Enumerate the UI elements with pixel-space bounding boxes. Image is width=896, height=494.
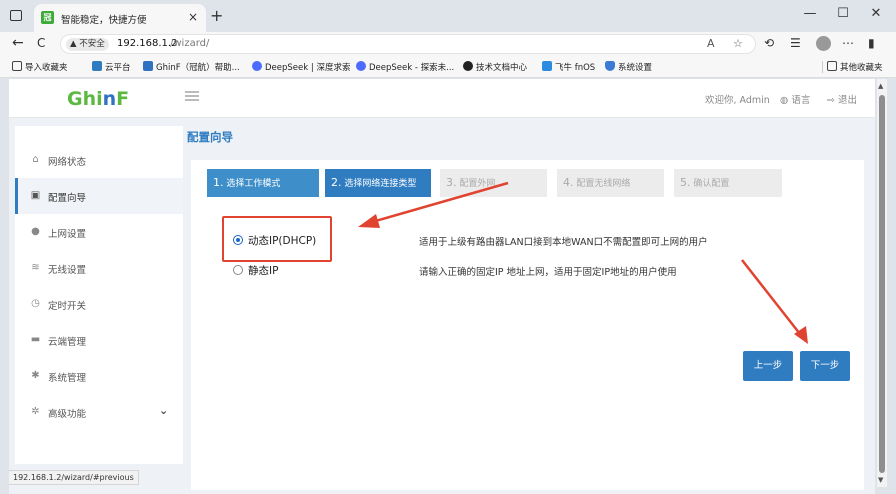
deepseek-icon bbox=[252, 61, 262, 71]
url-path: /wizard/ bbox=[170, 38, 210, 49]
shield-icon bbox=[605, 61, 615, 71]
sidebar-item-network-status[interactable]: ⌂ 网络状态 bbox=[15, 142, 183, 178]
tab-actions-icon[interactable] bbox=[10, 10, 22, 21]
option-static-ip[interactable]: 静态IP 请输入正确的固定IP 地址上网，适用于固定IP地址的用户使用 bbox=[233, 263, 753, 279]
step-connection-type[interactable]: 2. 选择网络连接类型 bbox=[325, 169, 431, 197]
page-viewport: GhinF 欢迎你, Admin ◍ 语言 ⇨ 退出 ⌂ 网络状态 ▣ 配置向导 ●… bbox=[9, 79, 875, 494]
sidebar-item-internet[interactable]: ● 上网设置 bbox=[15, 214, 183, 250]
grid-icon bbox=[92, 61, 102, 71]
import-icon bbox=[12, 61, 22, 71]
step-wan-config[interactable]: 3. 配置外网 bbox=[440, 169, 547, 197]
tab-title: 智能稳定，快捷方便 bbox=[61, 15, 147, 26]
other-bookmarks[interactable]: 其他收藏夹 bbox=[822, 61, 883, 73]
bookmark-tech-docs[interactable]: 技术文档中心 bbox=[463, 61, 527, 73]
read-aloud-icon[interactable]: A bbox=[707, 37, 715, 50]
sidebar-item-wizard[interactable]: ▣ 配置向导 bbox=[15, 178, 183, 214]
bookmark-import[interactable]: 导入收藏夹 bbox=[12, 61, 68, 73]
step-confirm[interactable]: 5. 确认配置 bbox=[674, 169, 782, 197]
browser-tab[interactable]: 冠 智能稳定，快捷方便 × bbox=[34, 4, 206, 32]
sidebar-item-cloud[interactable]: ▬ 云端管理 bbox=[15, 322, 183, 358]
wizard-icon: ▣ bbox=[30, 190, 41, 201]
site-favicon-icon: 冠 bbox=[41, 11, 54, 24]
page-title: 配置向导 bbox=[187, 130, 233, 144]
clock-icon: ◷ bbox=[31, 298, 40, 309]
bookmarks-bar: 导入收藏夹 云平台 GhinF（冠航）帮助... DeepSeek | 深度求索… bbox=[0, 56, 896, 78]
scroll-up-arrow-icon[interactable]: ▲ bbox=[878, 82, 883, 90]
next-step-button[interactable]: 下一步 bbox=[800, 351, 850, 381]
static-ip-radio[interactable] bbox=[233, 265, 243, 275]
favorite-star-icon[interactable]: ☆ bbox=[733, 37, 743, 50]
prev-step-button[interactable]: 上一步 bbox=[743, 351, 793, 381]
folder-icon bbox=[827, 61, 837, 71]
bookmark-system-settings[interactable]: 系统设置 bbox=[605, 61, 652, 73]
sidebar-item-wireless[interactable]: ≋ 无线设置 bbox=[15, 250, 183, 286]
bookmark-fnos[interactable]: 飞牛 fnOS bbox=[542, 61, 595, 73]
url-field[interactable]: ▲ 不安全 192.168.1.2 /wizard/ A ☆ bbox=[60, 34, 756, 54]
minimize-button[interactable]: — bbox=[800, 6, 820, 21]
home-icon: ⌂ bbox=[32, 154, 39, 165]
scrollbar-thumb[interactable] bbox=[879, 95, 885, 473]
sidebar-toggle-icon[interactable]: ▮ bbox=[868, 36, 875, 50]
status-bar-url: 192.168.1.2/wizard/#previous bbox=[9, 470, 139, 485]
step-select-mode[interactable]: 1. 选择工作模式 bbox=[207, 169, 319, 197]
logout-link[interactable]: ⇨ 退出 bbox=[827, 92, 857, 106]
github-icon bbox=[463, 61, 473, 71]
bookmark-deepseek-1[interactable]: DeepSeek | 深度求索 bbox=[252, 61, 350, 73]
deepseek-icon bbox=[356, 61, 366, 71]
sidebar-item-system[interactable]: ✱ 系统管理 bbox=[15, 358, 183, 394]
bookmark-ghinf-help[interactable]: GhinF（冠航）帮助... bbox=[143, 61, 240, 73]
bookmark-deepseek-2[interactable]: DeepSeek - 探索未... bbox=[356, 61, 454, 73]
close-window-button[interactable]: ✕ bbox=[866, 6, 886, 21]
more-menu-icon[interactable]: ⋯ bbox=[842, 36, 854, 50]
globe-icon: ◍ bbox=[780, 95, 789, 106]
url-host: 192.168.1.2 bbox=[117, 38, 178, 49]
menu-toggle-icon[interactable] bbox=[185, 91, 199, 101]
maximize-button[interactable]: ☐ bbox=[833, 6, 853, 21]
not-secure-badge[interactable]: ▲ 不安全 bbox=[66, 38, 109, 51]
browser-tab-bar: 冠 智能稳定，快捷方便 × + — ☐ ✕ bbox=[0, 0, 896, 32]
gear-icon: ✱ bbox=[31, 370, 40, 381]
sidebar-item-schedule[interactable]: ◷ 定时开关 bbox=[15, 286, 183, 322]
sidebar-item-advanced[interactable]: ✲ 高级功能 ⌄ bbox=[15, 394, 183, 430]
new-tab-button[interactable]: + bbox=[210, 6, 223, 25]
refresh-button[interactable]: C bbox=[37, 36, 45, 50]
fnos-icon bbox=[542, 61, 552, 71]
page-scrollbar[interactable]: ▲ ▼ bbox=[877, 79, 887, 487]
wizard-panel: 1. 选择工作模式 2. 选择网络连接类型 3. 配置外网 4. 配置无线网络 … bbox=[191, 160, 864, 490]
wifi-icon: ≋ bbox=[31, 262, 40, 273]
language-menu[interactable]: ◍ 语言 bbox=[780, 92, 810, 106]
back-button[interactable]: ← bbox=[12, 35, 24, 51]
cloud-icon: ▬ bbox=[30, 334, 41, 345]
app-header: GhinF 欢迎你, Admin ◍ 语言 ⇨ 退出 bbox=[9, 79, 875, 118]
logout-icon: ⇨ bbox=[827, 95, 835, 106]
chevron-down-icon: ⌄ bbox=[159, 404, 169, 417]
dhcp-radio[interactable] bbox=[233, 235, 243, 245]
ghinf-icon bbox=[143, 61, 153, 71]
gears-icon: ✲ bbox=[31, 406, 40, 417]
step-wireless-config[interactable]: 4. 配置无线网络 bbox=[557, 169, 664, 197]
welcome-text: 欢迎你, Admin bbox=[705, 95, 770, 106]
sidebar: ⌂ 网络状态 ▣ 配置向导 ● 上网设置 ≋ 无线设置 ◷ 定时开关 ▬ 云端管理 ✱ 系统管… bbox=[15, 126, 183, 464]
ghinf-logo: GhinF bbox=[67, 88, 130, 110]
collections-icon[interactable]: ☰ bbox=[790, 36, 801, 50]
tab-close-icon[interactable]: × bbox=[188, 10, 198, 24]
option-dhcp[interactable]: 动态IP(DHCP) 适用于上级有路由器LAN口接到本地WAN口不需配置即可上网… bbox=[233, 233, 753, 249]
bookmark-cloud[interactable]: 云平台 bbox=[92, 61, 131, 73]
scroll-down-arrow-icon[interactable]: ▼ bbox=[878, 476, 883, 484]
globe-icon: ● bbox=[31, 226, 40, 237]
address-bar-row: ← C ▲ 不安全 192.168.1.2 /wizard/ A ☆ ⟲ ☰ ⋯… bbox=[0, 32, 896, 56]
extensions-icon[interactable]: ⟲ bbox=[764, 36, 774, 50]
profile-avatar[interactable] bbox=[816, 36, 831, 51]
